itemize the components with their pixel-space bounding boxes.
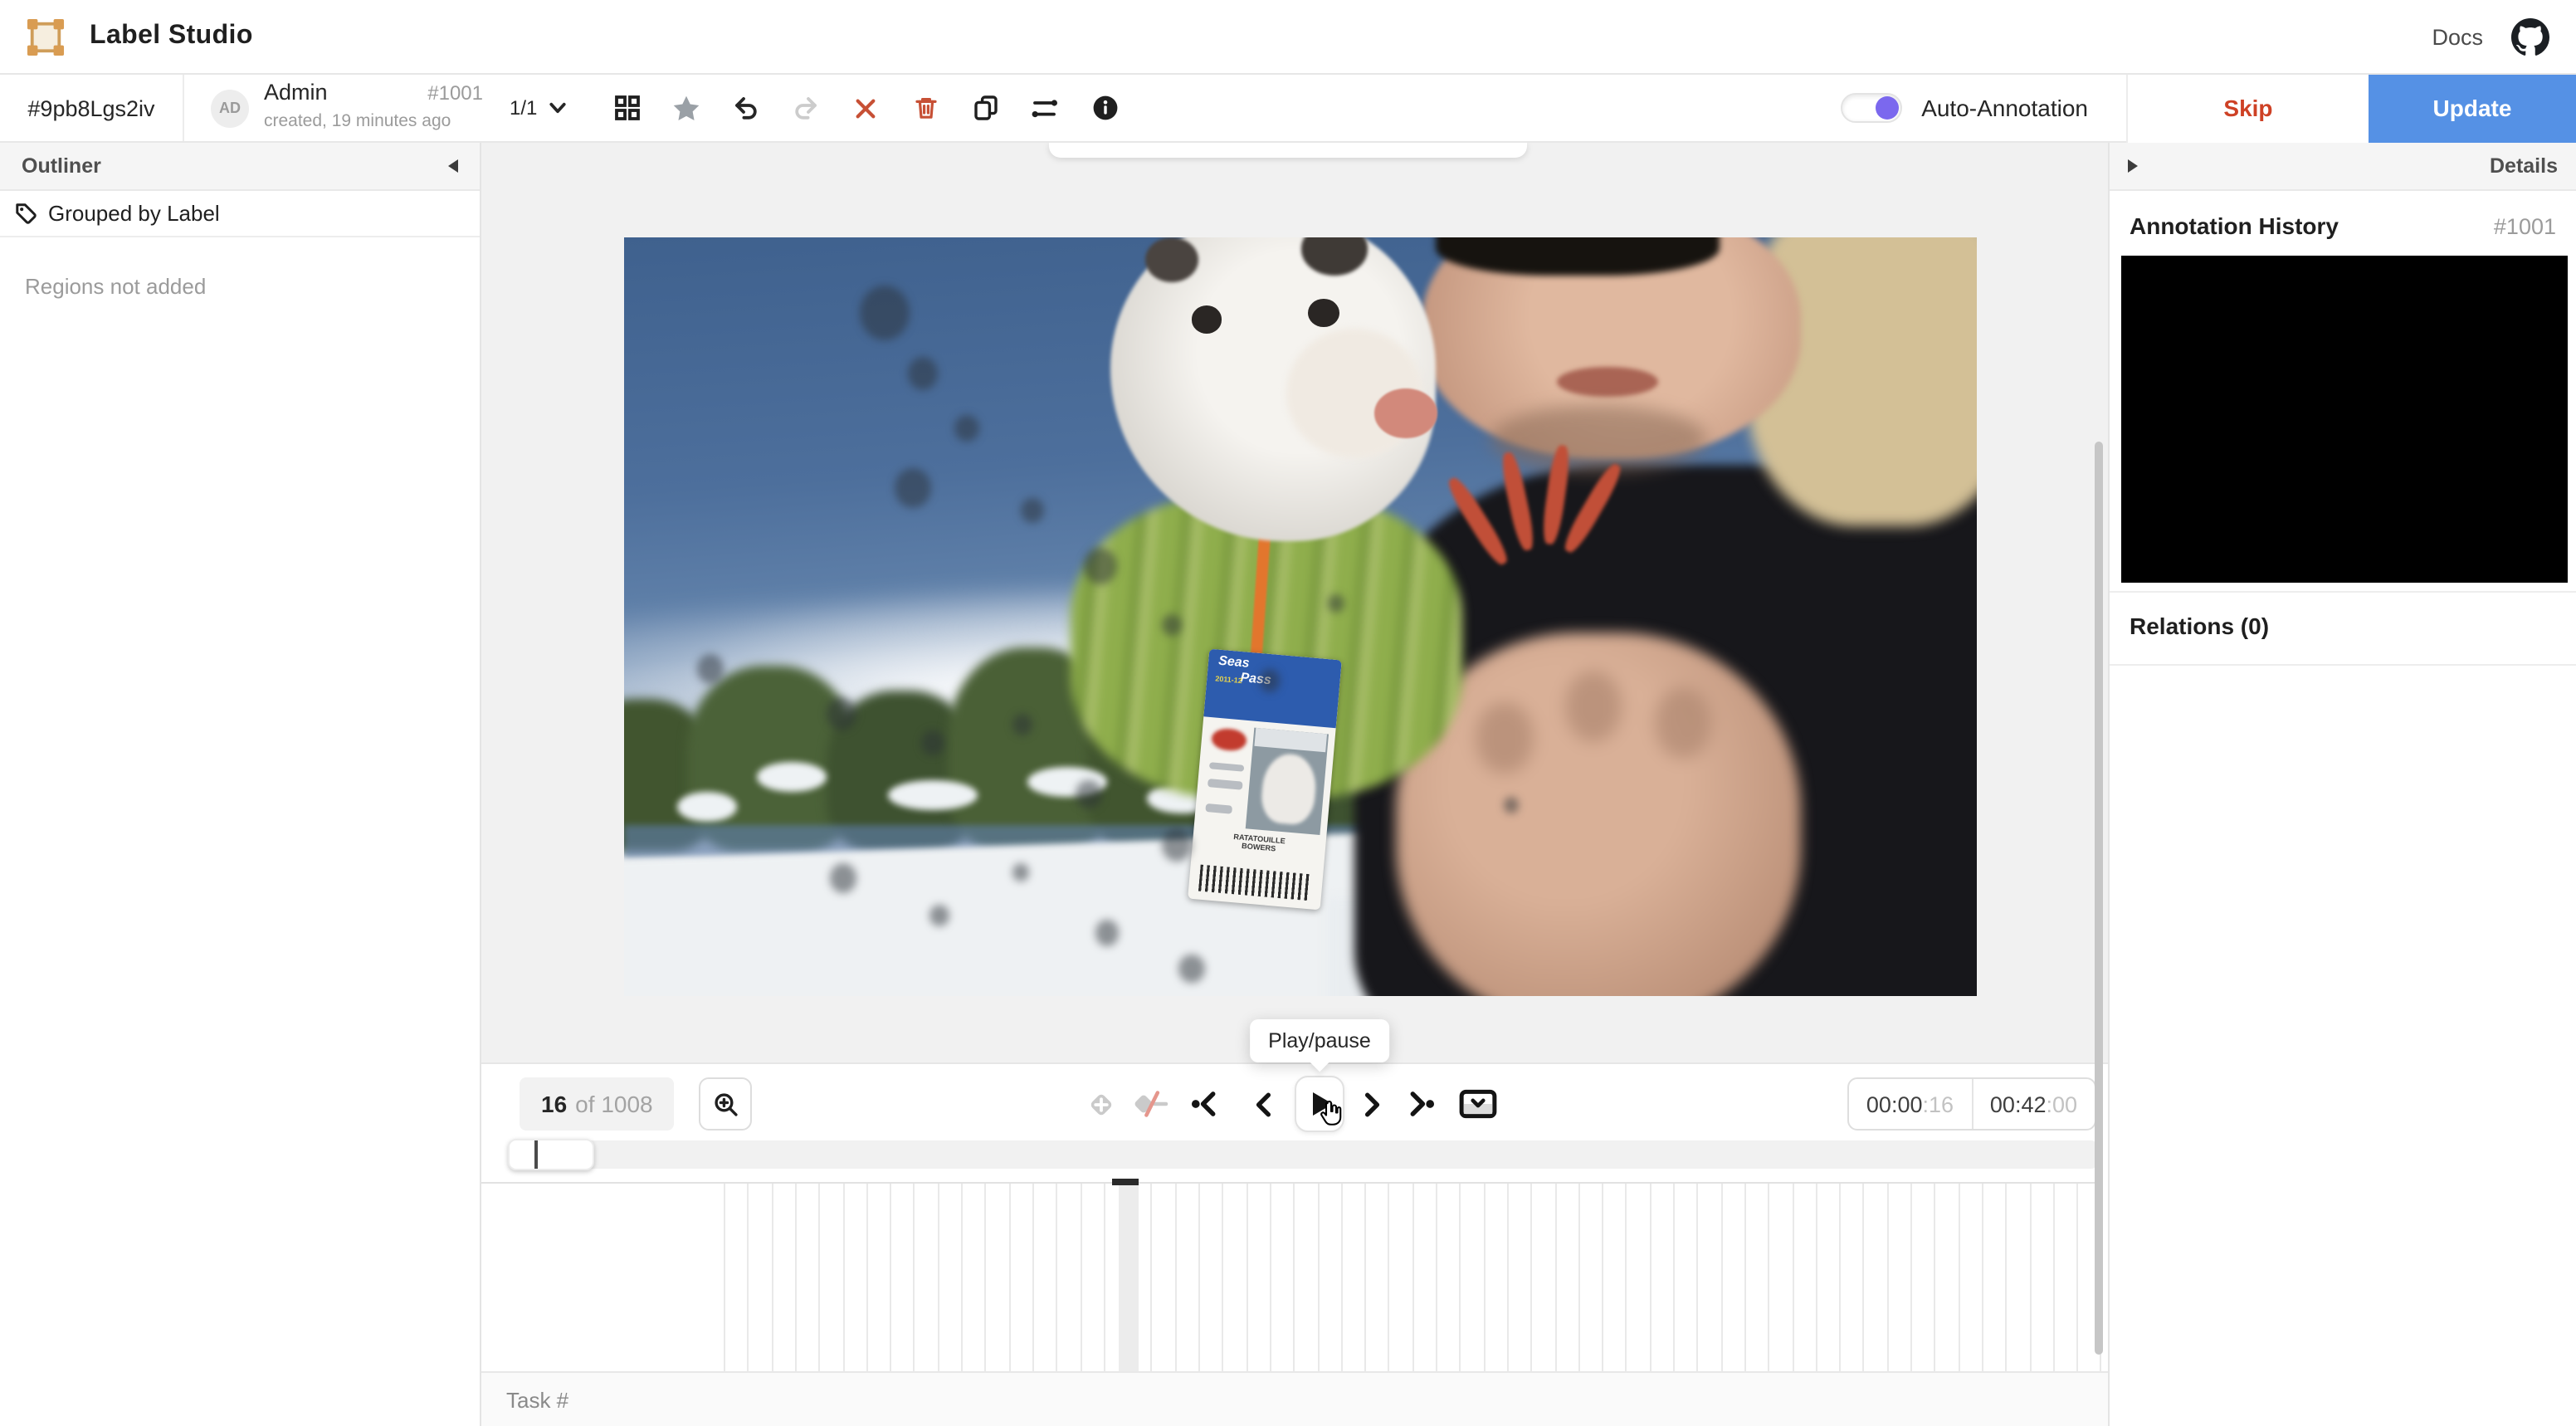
divider [183,75,184,141]
top-bar: Label Studio Docs [0,0,2576,75]
delete-annotation-button[interactable] [909,88,942,128]
info-button[interactable] [1088,88,1121,128]
collapse-timeline-button[interactable] [1452,1077,1502,1131]
play-icon [1312,1092,1332,1116]
docs-link[interactable]: Docs [2432,24,2483,49]
label-studio-logo-icon[interactable] [27,17,65,56]
frame-ticks [724,1184,2096,1371]
seek-track[interactable] [515,1140,2096,1169]
app-title: Label Studio [90,22,253,51]
auto-annotation-control: Auto-Annotation [1840,93,2088,123]
playback-controls: 16 of 1008 [481,1074,2108,1134]
annotator-name: Admin [264,81,328,103]
details-panel: Details Annotation History #1001 Relatio… [2108,143,2576,1426]
relations-header[interactable]: Relations (0) [2110,591,2576,666]
keypoint-interpolation-off-button[interactable] [1125,1077,1175,1131]
redo-button[interactable] [789,88,822,128]
github-icon[interactable] [2511,17,2549,56]
task-id: #9pb8Lgs2iv [0,95,183,120]
timeline-footer: Task # [481,1371,2108,1426]
annotation-created-info: created, 19 minutes ago [264,111,451,131]
frame-counter-input[interactable]: 16 of 1008 [520,1077,675,1131]
update-button[interactable]: Update [2369,74,2576,142]
chevron-down-icon [547,98,567,118]
content: Outliner Grouped by Label Regions not ad… [0,143,2576,1426]
details-title: Details [2490,154,2558,178]
relations-settings-button[interactable] [1028,88,1061,128]
details-header: Details [2110,143,2576,191]
toolbar-actions [610,88,1121,128]
playhead-handle[interactable] [1112,1179,1139,1185]
magnifier-plus-icon [711,1090,739,1118]
time-display: 00:00:16 00:42:00 [1847,1077,2096,1131]
pager-label: 1/1 [510,96,537,120]
annotation-history-title: Annotation History [2130,212,2339,239]
play-pause-button[interactable] [1295,1076,1344,1132]
total-time: 00:42:00 [1971,1079,2095,1129]
annotation-pager[interactable]: 1/1 [510,96,567,120]
current-time: 00:00:16 [1849,1079,1971,1129]
task-label: Task # [481,1373,2108,1413]
keypoint-add-button[interactable] [1079,1077,1122,1131]
main-area: Seas Pass 2011-12 RATATOUILLEBOWERS [481,143,2108,1426]
next-frame-button[interactable] [1349,1077,1393,1131]
annotation-history-header: Annotation History #1001 [2110,191,2576,256]
grouping-label: Grouped by Label [48,201,220,226]
grouping-selector[interactable]: Grouped by Label [0,191,480,237]
seek-handle[interactable] [508,1139,594,1170]
previous-frame-button[interactable] [1242,1077,1285,1131]
skip-button[interactable]: Skip [2126,74,2369,142]
zoom-in-button[interactable] [699,1077,752,1131]
collapse-panel-icon[interactable] [448,159,458,173]
annotator-info: AD Admin #1001 created, 19 minutes ago [211,81,483,134]
video-stage: Seas Pass 2011-12 RATATOUILLEBOWERS [481,143,2108,1064]
view-all-button[interactable] [610,88,643,128]
playhead-column [1119,1184,1139,1371]
seek-position-marker [534,1140,538,1169]
history-thumbnail [2121,256,2568,583]
reset-button[interactable] [849,88,882,128]
outliner-title: Outliner [22,154,101,178]
label-studio-app: Label Studio Docs #9pb8Lgs2iv AD Admin #… [0,0,2576,1426]
floating-toolbar-edge [1049,143,1527,158]
outliner-header: Outliner [0,143,480,191]
outliner-panel: Outliner Grouped by Label Regions not ad… [0,143,481,1426]
ground-truth-star-button[interactable] [670,88,703,128]
toggle-knob [1875,96,1898,120]
auto-annotation-label: Auto-Annotation [1921,95,2088,121]
video-lens-dirt [624,237,1977,996]
undo-button[interactable] [729,88,763,128]
duplicate-annotation-button[interactable] [968,88,1002,128]
avatar: AD [211,89,249,127]
regions-empty-message: Regions not added [0,237,480,335]
auto-annotation-toggle[interactable] [1840,93,1901,123]
vertical-scrollbar[interactable] [2095,442,2103,1355]
annotation-toolbar: #9pb8Lgs2iv AD Admin #1001 created, 19 m… [0,75,2576,143]
timeline-ruler[interactable] [481,1182,2096,1371]
expand-panel-icon[interactable] [2128,159,2138,173]
annotation-history-id: #1001 [2494,214,2556,239]
video-canvas[interactable]: Seas Pass 2011-12 RATATOUILLEBOWERS [624,237,1977,996]
tag-icon [15,203,37,224]
annotation-id: #1001 [427,83,483,105]
play-pause-tooltip: Play/pause [1250,1019,1389,1062]
previous-keyframe-button[interactable] [1185,1077,1228,1131]
next-keyframe-button[interactable] [1398,1077,1441,1131]
